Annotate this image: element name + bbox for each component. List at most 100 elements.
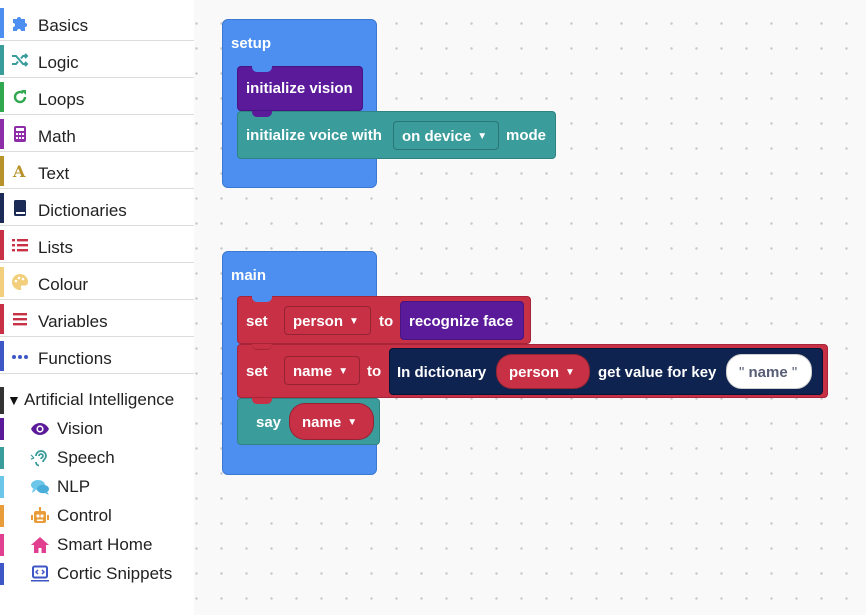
quote-open-icon: " bbox=[739, 364, 749, 381]
person-variable-dropdown[interactable]: person ▼ bbox=[284, 306, 371, 335]
voice-mode-value: on device bbox=[402, 128, 472, 145]
category-label: Artificial Intelligence bbox=[24, 390, 175, 409]
quote-close-icon: " bbox=[787, 364, 798, 381]
category-nlp[interactable]: NLP bbox=[0, 474, 194, 501]
dictionary-get-value-block[interactable]: In dictionary person ▼ get value for key … bbox=[389, 348, 823, 395]
recognize-face-block[interactable]: recognize face bbox=[400, 301, 524, 340]
category-color-bar bbox=[0, 119, 4, 149]
name-variable-dropdown[interactable]: name ▼ bbox=[284, 356, 360, 385]
dropdown-arrow-icon: ▼ bbox=[477, 131, 488, 142]
set-person-block[interactable]: set person ▼ to recognize face bbox=[237, 296, 531, 344]
category-basics[interactable]: Basics bbox=[0, 4, 194, 41]
category-artificial-intelligence[interactable]: ▼ Artificial Intelligence bbox=[0, 387, 194, 414]
block-notch bbox=[252, 296, 272, 302]
category-label: NLP bbox=[57, 477, 91, 496]
category-label: Lists bbox=[38, 238, 73, 257]
shuffle-icon bbox=[12, 53, 29, 67]
initialize-vision-block[interactable]: initialize vision bbox=[237, 66, 363, 111]
set-name-block[interactable]: set name ▼ to In dictionary person ▼ get v… bbox=[237, 344, 828, 398]
book-icon bbox=[14, 200, 26, 216]
code-window-icon bbox=[31, 565, 49, 582]
initialize-voice-suffix: mode bbox=[506, 127, 547, 144]
main-block-label: main bbox=[231, 267, 267, 284]
palette-icon bbox=[12, 273, 29, 290]
category-color-bar bbox=[0, 267, 4, 297]
robot-icon bbox=[31, 507, 49, 523]
category-label: Logic bbox=[38, 53, 79, 72]
category-lists[interactable]: Lists bbox=[0, 226, 194, 263]
category-smart-home[interactable]: Smart Home bbox=[0, 532, 194, 559]
text-a-icon: A bbox=[12, 162, 26, 180]
list-icon bbox=[12, 239, 28, 252]
loop-arrow-icon bbox=[13, 90, 27, 104]
eye-icon bbox=[31, 423, 49, 435]
category-color-bar bbox=[0, 193, 4, 223]
category-color-bar bbox=[0, 230, 4, 260]
category-label: Cortic Snippets bbox=[57, 564, 173, 583]
category-color-bar bbox=[0, 387, 4, 414]
name-say-variable-pill[interactable]: name ▼ bbox=[289, 403, 374, 440]
category-label: Math bbox=[38, 127, 76, 146]
initialize-voice-prefix: initialize voice with bbox=[246, 127, 382, 144]
category-label: Dictionaries bbox=[38, 201, 127, 220]
person-variable-value: person bbox=[293, 313, 344, 330]
recognize-face-label: recognize face bbox=[409, 313, 514, 330]
chat-bubbles-icon bbox=[31, 480, 49, 495]
category-color-bar bbox=[0, 447, 4, 469]
calculator-icon bbox=[14, 126, 26, 142]
set-keyword: set bbox=[246, 313, 268, 330]
category-color-bar bbox=[0, 304, 4, 334]
set-keyword: set bbox=[246, 363, 268, 380]
category-colour[interactable]: Colour bbox=[0, 263, 194, 300]
category-color-bar bbox=[0, 8, 4, 38]
person-dict-variable-pill[interactable]: person ▼ bbox=[496, 354, 590, 389]
category-color-bar bbox=[0, 418, 4, 440]
svg-text:A: A bbox=[12, 162, 26, 180]
ear-icon bbox=[30, 450, 47, 467]
variables-icon bbox=[13, 313, 27, 326]
category-speech[interactable]: Speech bbox=[0, 445, 194, 472]
say-block[interactable]: say name ▼ bbox=[237, 398, 380, 445]
category-math[interactable]: Math bbox=[0, 115, 194, 152]
category-vision[interactable]: Vision bbox=[0, 416, 194, 443]
home-icon bbox=[31, 537, 49, 553]
category-cortic-snippets[interactable]: Cortic Snippets bbox=[0, 561, 194, 588]
dropdown-arrow-icon: ▼ bbox=[347, 417, 358, 428]
block-notch bbox=[252, 344, 272, 350]
category-label: Loops bbox=[38, 90, 85, 109]
say-keyword: say bbox=[256, 414, 282, 431]
person-dict-variable-value: person bbox=[509, 364, 560, 381]
category-color-bar bbox=[0, 45, 4, 75]
toolbox: Basics Logic Loops Math A Text Dictionar… bbox=[0, 0, 194, 615]
voice-mode-dropdown[interactable]: on device ▼ bbox=[393, 121, 499, 150]
category-color-bar bbox=[0, 476, 4, 498]
key-text-input[interactable]: " name " bbox=[726, 354, 812, 389]
category-label: Variables bbox=[38, 312, 108, 331]
category-color-bar bbox=[0, 156, 4, 186]
get-value-label: get value for key bbox=[598, 364, 717, 381]
category-dictionaries[interactable]: Dictionaries bbox=[0, 189, 194, 226]
expand-triangle-icon[interactable]: ▼ bbox=[7, 393, 21, 407]
name-variable-value: name bbox=[293, 363, 333, 380]
category-color-bar bbox=[0, 505, 4, 527]
dropdown-arrow-icon: ▼ bbox=[565, 367, 575, 378]
category-label: Colour bbox=[38, 275, 89, 294]
category-text[interactable]: A Text bbox=[0, 152, 194, 189]
block-workspace[interactable]: setup initialize vision initialize voice… bbox=[194, 0, 866, 615]
dropdown-arrow-icon: ▼ bbox=[349, 316, 359, 327]
dropdown-arrow-icon: ▼ bbox=[338, 366, 349, 377]
in-dictionary-label: In dictionary bbox=[397, 364, 487, 381]
initialize-vision-label: initialize vision bbox=[246, 80, 353, 97]
block-notch bbox=[252, 66, 272, 72]
category-functions[interactable]: Functions bbox=[0, 337, 194, 374]
category-color-bar bbox=[0, 534, 4, 556]
ellipsis-icon bbox=[12, 355, 28, 359]
name-say-variable-value: name bbox=[302, 414, 342, 431]
category-label: Speech bbox=[57, 448, 115, 467]
category-control[interactable]: Control bbox=[0, 503, 194, 530]
category-loops[interactable]: Loops bbox=[0, 78, 194, 115]
category-variables[interactable]: Variables bbox=[0, 300, 194, 337]
category-logic[interactable]: Logic bbox=[0, 41, 194, 78]
block-notch bbox=[252, 398, 272, 404]
initialize-voice-block[interactable]: initialize voice with on device ▼ mode bbox=[237, 111, 556, 159]
